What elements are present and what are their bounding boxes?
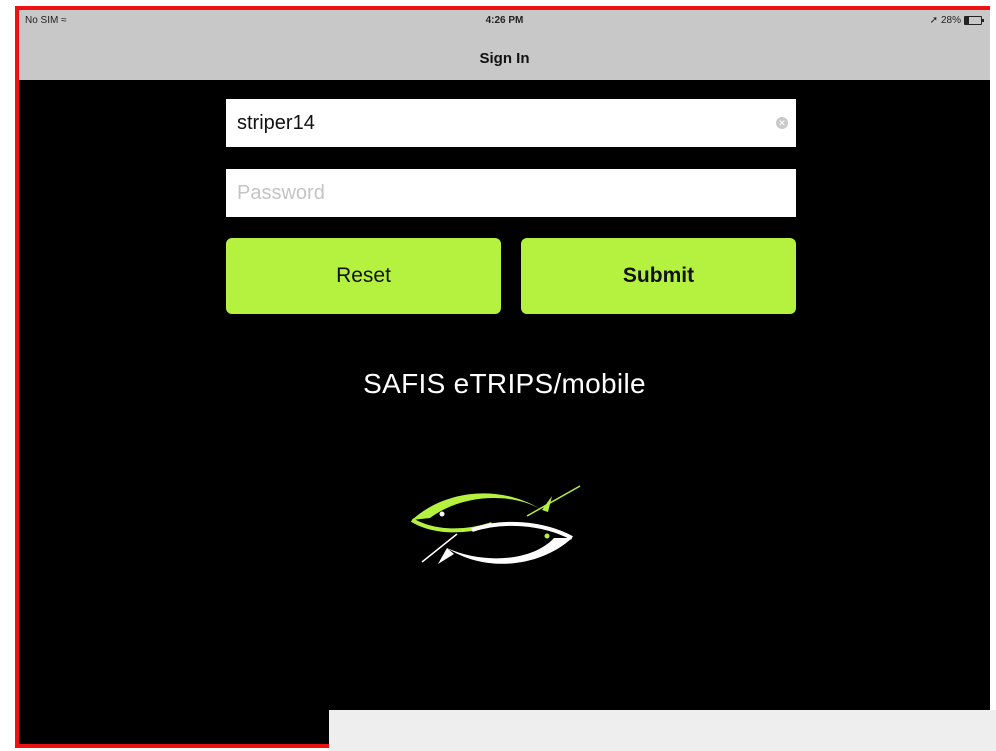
- submit-button[interactable]: Submit: [521, 238, 796, 314]
- battery-percent: 28%: [940, 15, 961, 26]
- status-indicators: ➚ 28%: [929, 15, 984, 26]
- reset-button[interactable]: Reset: [226, 238, 501, 314]
- status-time: 4:26 PM: [485, 15, 524, 26]
- app-window: No SIM ≈ 4:26 PM ➚ 28% Sign In striper14…: [15, 6, 990, 748]
- location-arrow-icon: ➚: [929, 15, 938, 26]
- username-field[interactable]: striper14 ✕: [226, 99, 796, 147]
- page-title: Sign In: [479, 50, 530, 67]
- clear-icon[interactable]: ✕: [776, 117, 788, 129]
- app-title: SAFIS eTRIPS/mobile: [363, 368, 646, 399]
- battery-icon: [964, 16, 984, 25]
- password-field[interactable]: [237, 181, 760, 205]
- navigation-bar: Sign In: [19, 32, 990, 80]
- status-bar: No SIM ≈ 4:26 PM ➚ 28%: [19, 10, 990, 32]
- overlay-panel: [329, 710, 996, 751]
- submit-button-label: Submit: [622, 264, 695, 287]
- username-value[interactable]: striper14: [237, 112, 315, 135]
- twin-fish-logo-icon: [410, 485, 581, 564]
- reset-button-label: Reset: [336, 264, 391, 287]
- password-field-container[interactable]: [226, 169, 796, 217]
